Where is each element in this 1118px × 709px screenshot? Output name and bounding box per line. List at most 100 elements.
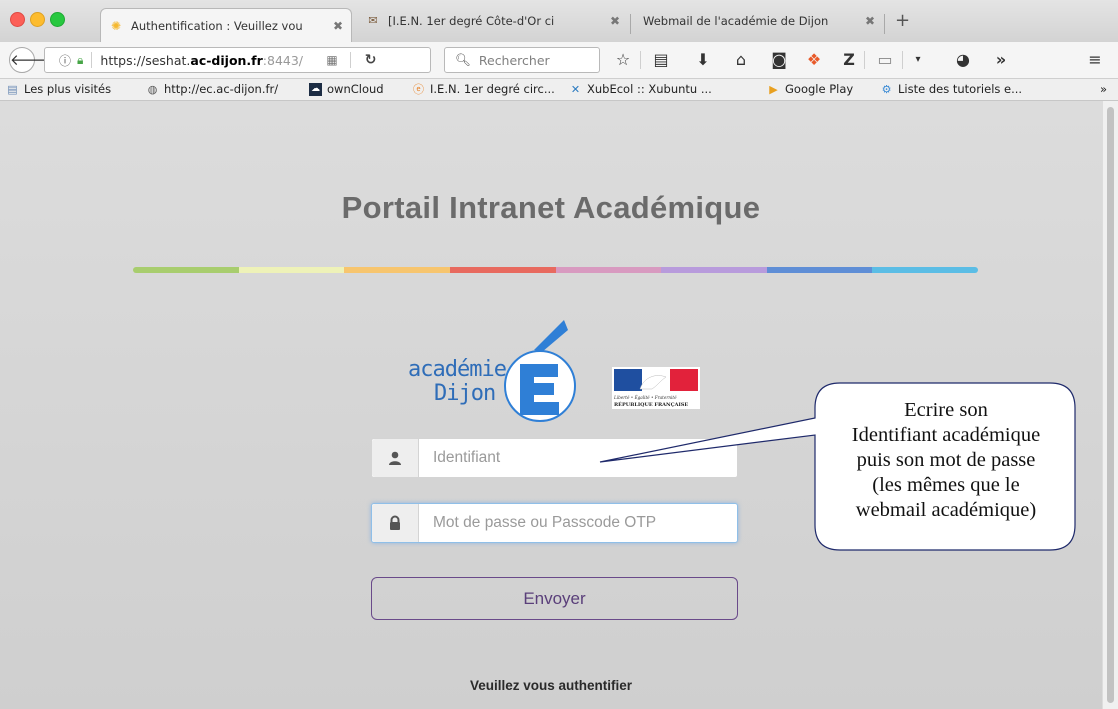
toolbar-separator [640,51,641,69]
zotero-icon[interactable]: Z [838,51,860,69]
tab-separator [884,14,885,34]
tab-separator [630,14,631,34]
google-play-icon: ▶ [769,82,778,96]
rainbow-segment [555,267,662,273]
tab-label: [I.E.N. 1er degré Côte-d'Or ci [388,14,555,28]
menu-icon[interactable]: ≡ [1084,51,1106,69]
user-addon [372,439,419,477]
lock-addon [372,504,419,542]
marianne-logo: Liberté • Égalité • Fraternité RÉPUBLIQU… [612,367,700,409]
bookmarks-overflow-button[interactable]: » [1100,82,1107,96]
owncloud-icon: ☁ [309,82,322,96]
callout-line: Ecrire son [904,399,988,421]
callout-line: (les mêmes que le [872,474,1020,496]
ien-icon: ⓔ [413,82,424,96]
mail-icon: ✉ [368,14,378,27]
toolbar-separator [902,51,903,69]
dropdown-icon[interactable]: ▾ [907,51,929,69]
tutorial-icon: ⚙ [881,82,892,96]
bookmark-label: Liste des tutoriels e... [898,82,1023,96]
toolbar-separator [864,51,865,69]
close-tab-icon[interactable]: ✖ [610,14,620,28]
logo-line2: Dijon [434,381,495,406]
rainbow-segment [449,267,556,273]
rainbow-segment [661,267,767,273]
username-input[interactable] [419,439,735,477]
most-visited-icon: ▤ [7,82,18,96]
bookmark-ien[interactable]: ⓔ I.E.N. 1er degré circ... [412,82,555,96]
circle-addon-icon[interactable]: ◕ [952,51,974,69]
new-tab-button[interactable]: + [895,12,910,30]
tab-webmail[interactable]: Webmail de l'académie de Dijon ✖ [635,7,883,35]
address-bar[interactable]: ⓘ 🔒︎ https://seshat.ac-dijon.fr:8443/ ▦ … [44,47,431,73]
page-title: Portail Intranet Académique [341,190,761,225]
info-icon[interactable]: ⓘ [59,52,71,69]
password-field [371,503,738,543]
tab-ien[interactable]: ✉ [I.E.N. 1er degré Côte-d'Or ci ✖ [358,7,628,35]
vertical-scrollbar[interactable] [1102,101,1118,709]
bookmark-label: Google Play [785,82,854,96]
password-input[interactable] [419,504,735,542]
scrollbar-thumb[interactable] [1107,107,1114,703]
navigation-bar: 🡐 ⓘ 🔒︎ https://seshat.ac-dijon.fr:8443/ … [0,42,1118,79]
bookmark-xubecol[interactable]: ✕ XubEcol :: Xubuntu ... [569,82,712,96]
callout-text: Ecrire son Identifiant académique puis s… [817,398,1075,523]
qr-code-icon[interactable]: ▦ [326,53,337,67]
close-tab-icon[interactable]: ✖ [333,19,343,33]
lock-icon [390,515,400,530]
url-text[interactable]: https://seshat.ac-dijon.fr:8443/ [100,53,320,68]
search-box[interactable]: 🔍︎ Rechercher [444,47,600,73]
bookmarks-bar: ▤ Les plus visités ◍ http://ec.ac-dijon.… [0,79,1118,101]
back-button[interactable]: 🡐 [9,47,50,73]
rainbow-segment [344,267,450,273]
url-prefix: https://seshat. [100,52,191,68]
maximize-window-button[interactable] [50,12,65,27]
reload-icon[interactable]: ↻ [365,52,377,68]
bookmark-most-visited[interactable]: ▤ Les plus visités [6,82,111,96]
minimize-window-button[interactable] [30,12,45,27]
user-icon [389,451,401,465]
tab-authentification[interactable]: ✺ Authentification : Veuillez vou ✖ [100,8,352,42]
academie-dijon-logo: académie Dijon [408,320,576,422]
logo-line1: académie [408,357,506,382]
rainbow-segment [238,267,345,273]
pocket-icon[interactable]: ◙ [768,51,790,69]
bookmark-label: I.E.N. 1er degré circ... [430,82,555,96]
rainbow-divider [133,267,978,273]
bookmark-google-play[interactable]: ▶ Google Play [767,82,853,96]
bookmark-label: ownCloud [327,82,384,96]
reading-list-icon[interactable]: ▤ [650,51,672,69]
authentication-message: Veuillez vous authentifier [469,678,633,693]
bookmark-label: http://ec.ac-dijon.fr/ [164,82,279,96]
star-icon[interactable]: ☆ [612,51,634,69]
download-icon[interactable]: ⬇ [692,51,714,69]
callout-line: webmail académique) [855,499,1037,521]
tab-label: Authentification : Veuillez vou [131,18,303,33]
bookmark-ec-ac-dijon[interactable]: ◍ http://ec.ac-dijon.fr/ [146,82,278,96]
callout-line: puis son mot de passe [856,449,1036,471]
search-placeholder: Rechercher [478,52,550,68]
close-window-button[interactable] [10,12,25,27]
addon-icon[interactable]: ❖ [803,51,825,69]
overflow-icon[interactable]: » [990,51,1012,69]
lock-icon[interactable]: 🔒︎ [77,53,83,68]
bookmark-label: Les plus visités [24,82,112,96]
url-domain: ac-dijon.fr [190,52,263,68]
marianne-caption: Liberté • Égalité • Fraternité [613,395,677,400]
bookmark-tutoriels[interactable]: ⚙ Liste des tutoriels e... [880,82,1023,96]
url-suffix: :8443/ [262,52,304,68]
rainbow-segment [766,267,873,273]
logo-accent [534,320,568,352]
callout-line: Identifiant académique [851,424,1041,446]
close-tab-icon[interactable]: ✖ [865,14,875,28]
bookmark-label: XubEcol :: Xubuntu ... [587,82,712,96]
username-field [371,438,738,478]
address-separator [91,52,93,68]
bookmark-owncloud[interactable]: ☁ ownCloud [309,82,384,96]
rainbow-segment [872,267,978,273]
globe-icon: ◍ [147,82,158,96]
submit-button[interactable]: Envoyer [371,577,738,620]
logo-e-letter [520,364,559,415]
notes-icon[interactable]: ▭ [874,51,896,69]
home-icon[interactable]: ⌂ [730,51,752,69]
